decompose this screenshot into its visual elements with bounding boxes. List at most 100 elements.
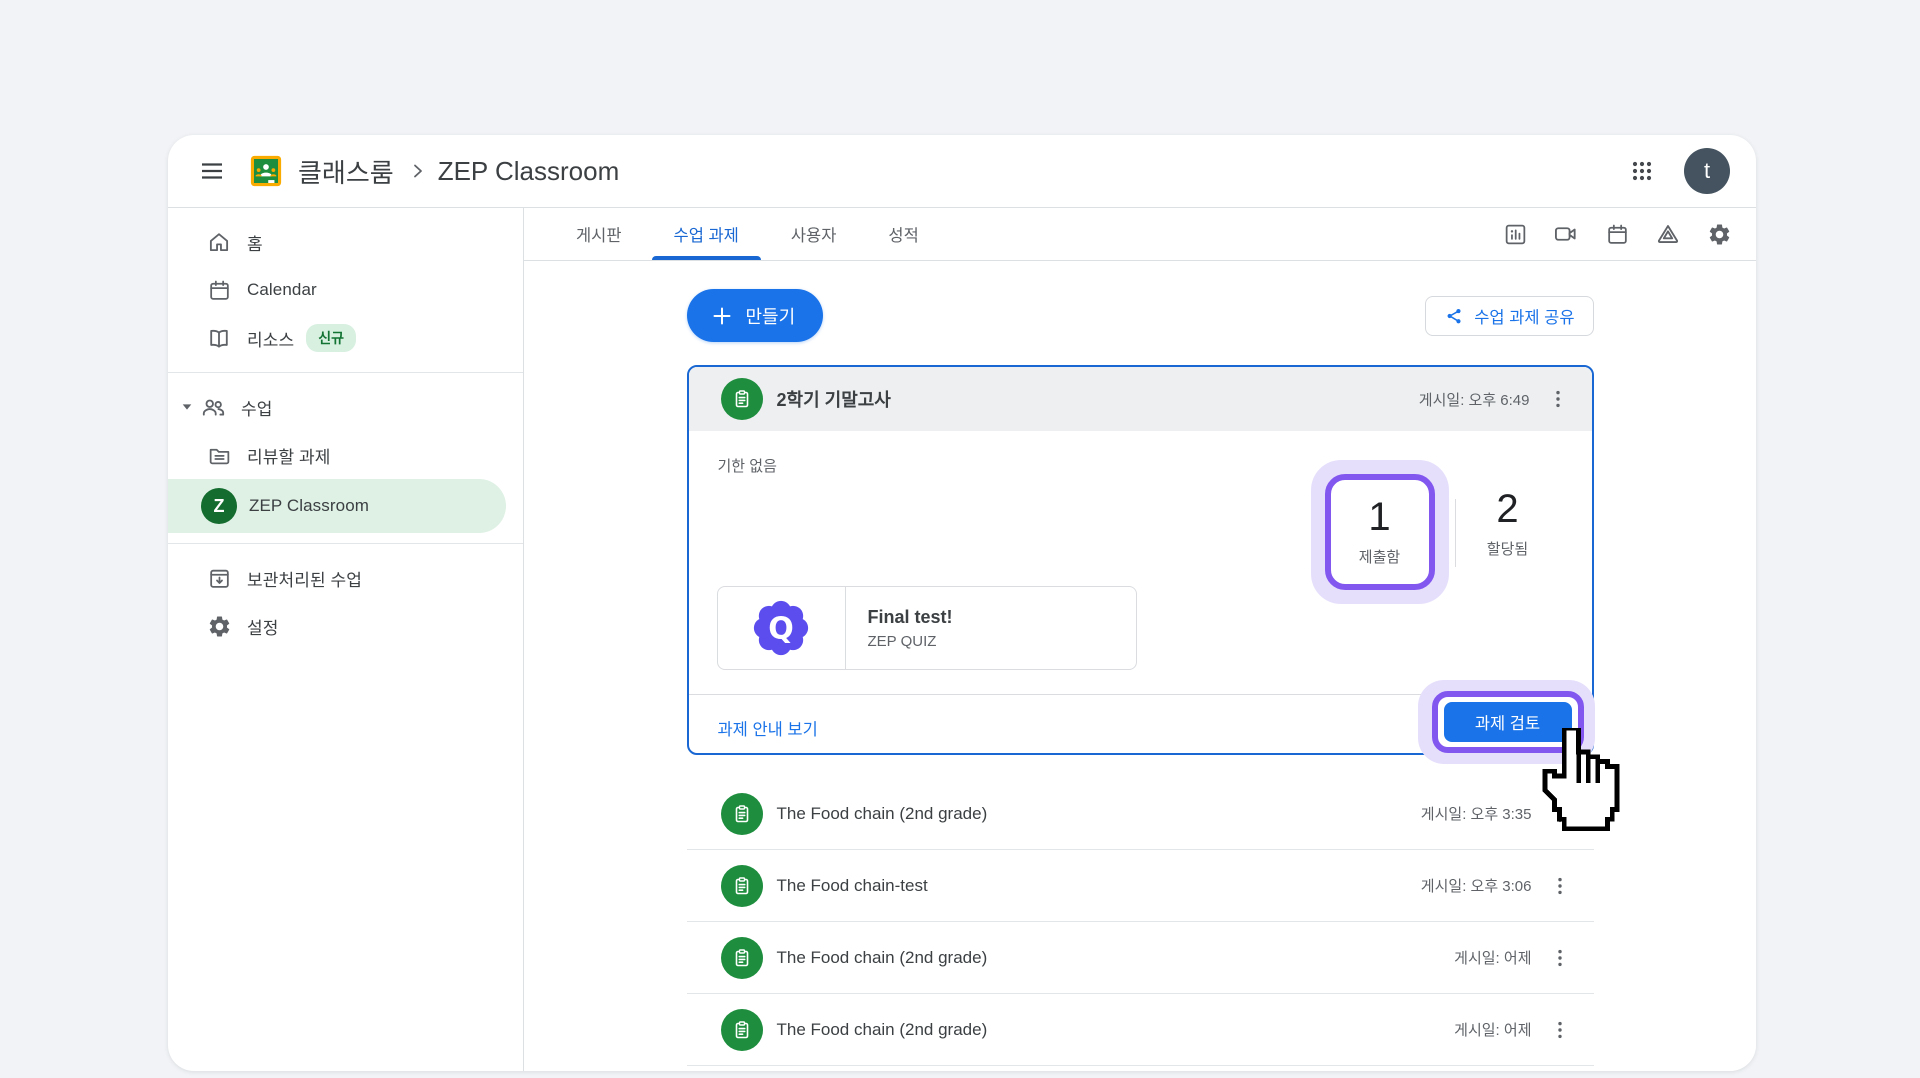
video-camera-icon[interactable] bbox=[1553, 221, 1579, 247]
review-work-button[interactable]: 과제 검토 bbox=[1444, 702, 1572, 742]
view-instructions-link[interactable]: 과제 안내 보기 bbox=[718, 716, 818, 740]
classroom-window: 클래스룸 ZEP Classroom t bbox=[168, 135, 1756, 1071]
tab-classwork[interactable]: 수업 과제 bbox=[648, 208, 765, 260]
sidebar-item-classes[interactable]: 수업 bbox=[168, 383, 523, 431]
submitted-stat[interactable]: 1 제출함 bbox=[1325, 474, 1435, 590]
sidebar-divider bbox=[168, 372, 523, 373]
create-button[interactable]: 만들기 bbox=[687, 289, 824, 342]
assignment-row[interactable]: The Food chain-test 게시일: 오후 3:06 bbox=[687, 850, 1594, 922]
sidebar-item-settings[interactable]: 설정 bbox=[168, 602, 523, 650]
calendar-icon bbox=[206, 277, 232, 303]
drive-icon[interactable] bbox=[1655, 221, 1681, 247]
share-classwork-button[interactable]: 수업 과제 공유 bbox=[1425, 296, 1593, 336]
assignment-icon bbox=[721, 865, 763, 907]
breadcrumb-chevron-icon bbox=[408, 161, 428, 181]
attachment-texts: Final test! ZEP QUIZ bbox=[846, 607, 953, 650]
assignment-row-title: The Food chain (2nd grade) bbox=[777, 804, 988, 824]
tab-grades[interactable]: 성적 bbox=[862, 208, 944, 260]
share-button-label: 수업 과제 공유 bbox=[1474, 304, 1574, 328]
assigned-stat[interactable]: 2 할당됨 bbox=[1465, 489, 1551, 559]
sidebar: 홈 Calendar 리소스 신규 bbox=[168, 208, 524, 1071]
sidebar-label-classes: 수업 bbox=[241, 395, 272, 420]
assignment-row[interactable]: The Food chain (2nd grade) 게시일: 오후 3:35 bbox=[687, 778, 1594, 850]
svg-text:Q: Q bbox=[768, 612, 794, 647]
tab-toolbar bbox=[1502, 208, 1756, 260]
quiz-attachment-card[interactable]: Q Final test! ZEP QUIZ bbox=[717, 586, 1137, 670]
course-avatar: Z bbox=[201, 488, 237, 524]
assignment-row-date: 게시일: 어제 bbox=[1454, 947, 1531, 968]
brand-name[interactable]: 클래스룸 bbox=[298, 153, 394, 190]
assignment-row-menu-button[interactable] bbox=[1540, 938, 1580, 978]
sidebar-item-archived[interactable]: 보관처리된 수업 bbox=[168, 554, 523, 602]
assignment-row-menu-button[interactable] bbox=[1540, 794, 1580, 834]
header-right: t bbox=[1622, 148, 1730, 194]
tab-bar: 게시판 수업 과제 사용자 성적 bbox=[524, 208, 1756, 261]
sidebar-label-resources: 리소스 bbox=[247, 326, 294, 351]
sidebar-label-archived: 보관처리된 수업 bbox=[247, 566, 362, 591]
sidebar-item-home[interactable]: 홈 bbox=[168, 218, 523, 266]
main-area: 게시판 수업 과제 사용자 성적 bbox=[524, 208, 1756, 1071]
assignment-row-title: The Food chain (2nd grade) bbox=[777, 1020, 988, 1040]
new-badge: 신규 bbox=[306, 324, 356, 352]
apps-grid-icon bbox=[1630, 159, 1654, 183]
assignment-row-date: 게시일: 오후 3:06 bbox=[1421, 875, 1532, 896]
caret-down-icon[interactable] bbox=[180, 401, 194, 413]
sidebar-item-zep-classroom[interactable]: Z ZEP Classroom bbox=[168, 479, 506, 533]
classroom-logo-icon bbox=[250, 155, 282, 187]
home-icon bbox=[206, 229, 232, 255]
attachment-title: Final test! bbox=[868, 607, 953, 628]
assignment-row-date: 게시일: 오후 3:35 bbox=[1421, 803, 1532, 824]
settings-gear-icon[interactable] bbox=[1706, 221, 1732, 247]
account-avatar[interactable]: t bbox=[1684, 148, 1730, 194]
assignment-row[interactable]: The Food chain (2nd grade) 게시일: 어제 bbox=[687, 922, 1594, 994]
main-menu-button[interactable] bbox=[192, 151, 232, 191]
due-date-label: 기한 없음 bbox=[718, 455, 777, 476]
share-icon bbox=[1444, 306, 1464, 326]
sidebar-item-calendar[interactable]: Calendar bbox=[168, 266, 523, 314]
assigned-count: 2 bbox=[1496, 489, 1518, 529]
hamburger-icon bbox=[199, 158, 225, 184]
gear-icon bbox=[206, 613, 232, 639]
assignment-row-title: The Food chain-test bbox=[777, 876, 928, 896]
create-button-label: 만들기 bbox=[746, 303, 796, 329]
assignment-icon bbox=[721, 793, 763, 835]
people-group-icon bbox=[200, 394, 226, 420]
sidebar-divider bbox=[168, 543, 523, 544]
assignment-row-menu-button[interactable] bbox=[1540, 866, 1580, 906]
assignment-list: The Food chain (2nd grade) 게시일: 오후 3:35 … bbox=[687, 778, 1594, 1066]
calendar-icon[interactable] bbox=[1604, 221, 1630, 247]
assignment-row-menu-button[interactable] bbox=[1540, 1010, 1580, 1050]
assignment-card-expanded: 2학기 기말고사 게시일: 오후 6:49 기한 없음 1 제출함 bbox=[687, 365, 1594, 755]
assignment-icon bbox=[721, 378, 763, 420]
assignment-menu-button[interactable] bbox=[1538, 379, 1578, 419]
sidebar-label-zep-classroom: ZEP Classroom bbox=[249, 496, 369, 516]
breadcrumb-course-name: ZEP Classroom bbox=[438, 156, 620, 187]
assignment-title: 2학기 기말고사 bbox=[777, 386, 891, 412]
sidebar-label-to-review: 리뷰할 과제 bbox=[247, 443, 331, 468]
assignment-card-header[interactable]: 2학기 기말고사 게시일: 오후 6:49 bbox=[689, 367, 1592, 431]
assignment-row[interactable]: The Food chain (2nd grade) 게시일: 어제 bbox=[687, 994, 1594, 1066]
assigned-label: 할당됨 bbox=[1487, 538, 1528, 559]
folder-icon bbox=[206, 442, 232, 468]
sidebar-item-resources[interactable]: 리소스 신규 bbox=[168, 314, 523, 362]
tab-stream[interactable]: 게시판 bbox=[550, 208, 648, 260]
archive-icon bbox=[206, 565, 232, 591]
actions-row: 만들기 수업 과제 공유 bbox=[687, 289, 1594, 342]
gradebook-icon[interactable] bbox=[1502, 221, 1528, 247]
app-header: 클래스룸 ZEP Classroom t bbox=[168, 135, 1756, 208]
sidebar-item-to-review[interactable]: 리뷰할 과제 bbox=[168, 431, 523, 479]
submitted-count: 1 bbox=[1368, 497, 1390, 537]
sidebar-label-calendar: Calendar bbox=[247, 280, 317, 300]
classroom-home-link[interactable]: 클래스룸 bbox=[250, 153, 394, 190]
google-apps-button[interactable] bbox=[1622, 151, 1662, 191]
attachment-type: ZEP QUIZ bbox=[868, 633, 953, 650]
assignment-row-title: The Food chain (2nd grade) bbox=[777, 948, 988, 968]
tab-people[interactable]: 사용자 bbox=[765, 208, 863, 260]
zep-quiz-logo-icon: Q bbox=[718, 587, 846, 669]
classwork-content: 만들기 수업 과제 공유 bbox=[524, 261, 1756, 1071]
submitted-label: 제출함 bbox=[1359, 546, 1400, 567]
assignment-icon bbox=[721, 1009, 763, 1051]
plus-icon bbox=[711, 305, 733, 327]
assignment-row-date: 게시일: 어제 bbox=[1454, 1019, 1531, 1040]
sidebar-label-home: 홈 bbox=[247, 230, 263, 255]
